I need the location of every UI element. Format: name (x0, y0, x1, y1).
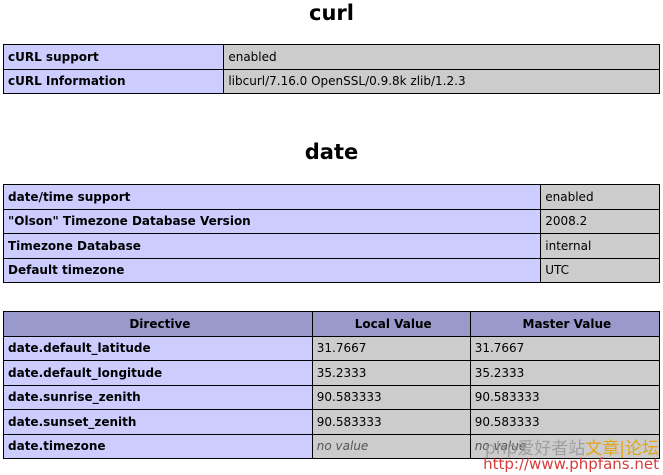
row-key: Default timezone (4, 258, 541, 282)
master-value: 90.583333 (470, 385, 659, 409)
row-value: internal (541, 234, 659, 258)
section-title-curl: curl (309, 1, 354, 25)
master-value: 35.2333 (470, 361, 659, 385)
directive-name: date.default_longitude (4, 361, 312, 385)
local-value: 90.583333 (312, 410, 470, 434)
date-directives-table: Directive Local Value Master Value date.… (3, 311, 660, 459)
table-header-row: Directive Local Value Master Value (4, 312, 659, 336)
table-row: date.sunset_zenith 90.583333 90.583333 (4, 410, 659, 434)
row-key: date/time support (4, 185, 541, 209)
local-value: 31.7667 (312, 336, 470, 360)
phpinfo-page: curl cURL support enabled cURL Informati… (0, 0, 663, 475)
column-header-master-value: Master Value (470, 312, 659, 336)
directive-name: date.timezone (4, 434, 312, 458)
column-header-directive: Directive (4, 312, 312, 336)
table-row: cURL Information libcurl/7.16.0 OpenSSL/… (4, 69, 659, 93)
directive-name: date.sunrise_zenith (4, 385, 312, 409)
row-key: "Olson" Timezone Database Version (4, 209, 541, 233)
local-value: no value (312, 434, 470, 458)
row-value: enabled (541, 185, 659, 209)
row-value: libcurl/7.16.0 OpenSSL/0.9.8k zlib/1.2.3 (224, 69, 659, 93)
directive-name: date.default_latitude (4, 336, 312, 360)
table-row: date/time support enabled (4, 185, 659, 209)
row-value: enabled (224, 45, 659, 69)
table-row: Default timezone UTC (4, 258, 659, 282)
master-value: no value (470, 434, 659, 458)
date-info-table: date/time support enabled "Olson" Timezo… (3, 184, 660, 283)
column-header-local-value: Local Value (312, 312, 470, 336)
row-key: cURL Information (4, 69, 224, 93)
row-value: UTC (541, 258, 659, 282)
table-row: "Olson" Timezone Database Version 2008.2 (4, 209, 659, 233)
directive-name: date.sunset_zenith (4, 410, 312, 434)
table-row: date.timezone no value no value (4, 434, 659, 458)
table-row: date.sunrise_zenith 90.583333 90.583333 (4, 385, 659, 409)
row-key: Timezone Database (4, 234, 541, 258)
row-value: 2008.2 (541, 209, 659, 233)
table-row: cURL support enabled (4, 45, 659, 69)
local-value: 90.583333 (312, 385, 470, 409)
curl-info-table: cURL support enabled cURL Information li… (3, 44, 660, 94)
master-value: 31.7667 (470, 336, 659, 360)
row-key: cURL support (4, 45, 224, 69)
local-value: 35.2333 (312, 361, 470, 385)
section-title-date: date (304, 140, 359, 164)
table-row: date.default_longitude 35.2333 35.2333 (4, 361, 659, 385)
table-row: Timezone Database internal (4, 234, 659, 258)
table-row: date.default_latitude 31.7667 31.7667 (4, 336, 659, 360)
master-value: 90.583333 (470, 410, 659, 434)
